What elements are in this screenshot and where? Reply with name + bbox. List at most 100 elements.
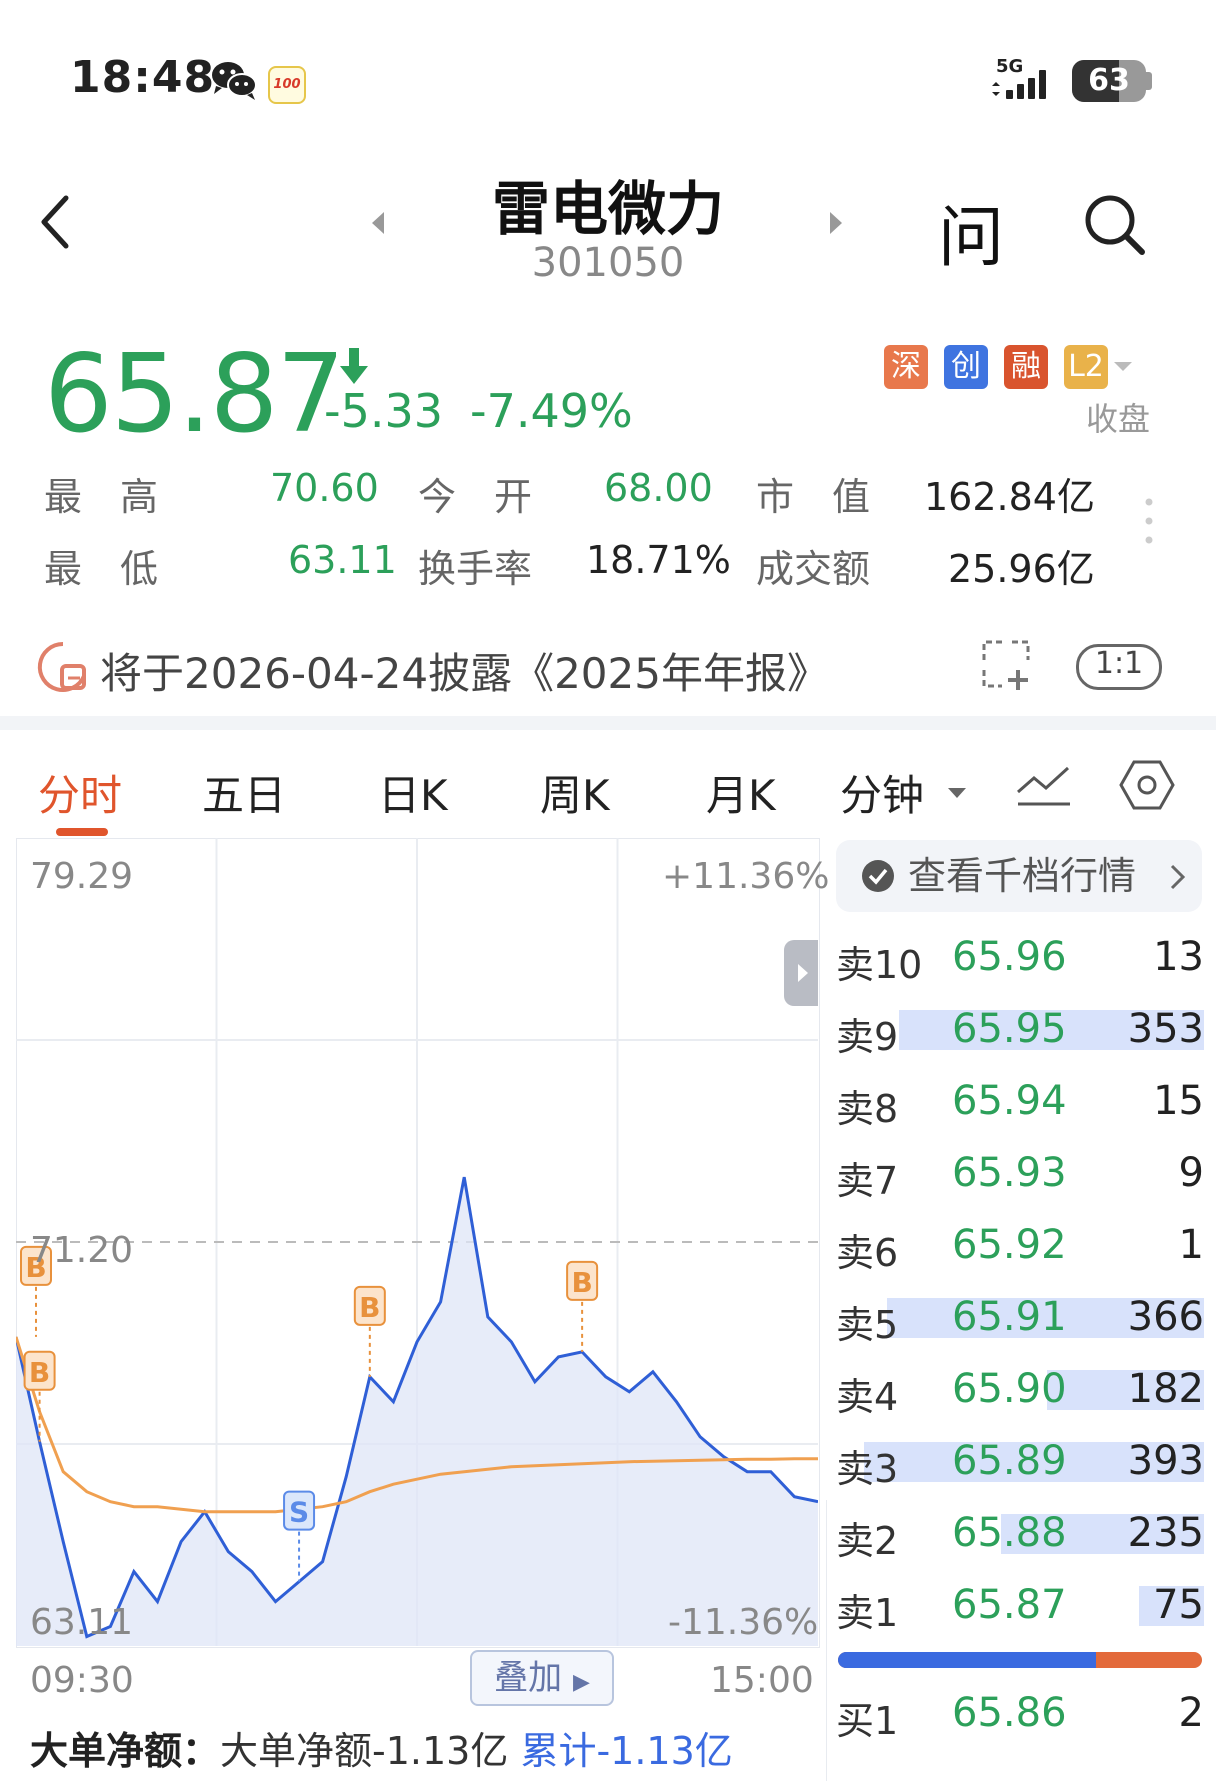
last-price: 65.87 xyxy=(44,332,345,457)
open-value: 68.00 xyxy=(604,466,713,510)
signal-icon xyxy=(992,70,1046,99)
high-value: 70.60 xyxy=(270,466,379,510)
tab-monthly-k[interactable]: 月K xyxy=(706,762,776,823)
chevron-right-icon xyxy=(798,964,808,982)
ask-level: 卖8 xyxy=(836,1087,899,1131)
big-order-cumulative: 累计-1.13亿 xyxy=(520,1729,733,1773)
ask-row[interactable]: 卖1 65.87 75 xyxy=(836,1582,1206,1642)
ask-price: 65.94 xyxy=(952,1078,1067,1124)
bid-price: 65.86 xyxy=(952,1690,1067,1736)
ask-row[interactable]: 卖10 65.96 13 xyxy=(836,934,1206,994)
ask-button[interactable]: 问 xyxy=(938,184,1004,280)
ask-volume: 15 xyxy=(1153,1078,1204,1124)
big-order-net: 大单净额-1.13亿 xyxy=(220,1729,509,1773)
tab-five-day[interactable]: 五日 xyxy=(202,762,286,823)
badge-l2[interactable]: L2 xyxy=(1064,345,1108,389)
big-order-title: 大单净额： xyxy=(30,1729,221,1773)
ask-price: 65.89 xyxy=(952,1438,1067,1484)
indicator-icon[interactable] xyxy=(1014,762,1074,810)
bid-ask-ratio-bar xyxy=(838,1652,1202,1668)
more-icon[interactable] xyxy=(1142,496,1156,546)
down-arrow-icon xyxy=(340,348,368,384)
mcap-label: 市 值 xyxy=(756,475,871,519)
high-label: 最 高 xyxy=(44,475,159,519)
ask-volume: 393 xyxy=(1127,1438,1204,1484)
section-divider xyxy=(0,716,1216,730)
ask-row[interactable]: 卖2 65.88 235 xyxy=(836,1510,1206,1570)
ask-row[interactable]: 卖7 65.93 9 xyxy=(836,1150,1206,1210)
ask-level: 卖4 xyxy=(836,1375,899,1419)
bid-level: 买1 xyxy=(836,1699,899,1743)
ask-level: 卖1 xyxy=(836,1591,899,1635)
ask-volume: 13 xyxy=(1153,934,1204,980)
report-notice[interactable]: 将于2026-04-24披露《2025年年报》 xyxy=(100,640,829,701)
tab-weekly-k[interactable]: 周K xyxy=(540,762,610,823)
ask-level: 卖6 xyxy=(836,1231,899,1275)
ask-price: 65.96 xyxy=(952,934,1067,980)
y-axis-top: 79.29 xyxy=(30,856,134,897)
ask-level: 卖10 xyxy=(836,943,923,987)
check-circle-icon xyxy=(862,860,894,892)
ask-level: 卖2 xyxy=(836,1519,899,1563)
trade-marker-label: B xyxy=(359,1291,380,1324)
chevron-down-icon[interactable] xyxy=(1112,360,1134,374)
next-stock-icon[interactable] xyxy=(830,212,842,234)
ask-row[interactable]: 卖6 65.92 1 xyxy=(836,1222,1206,1282)
collapse-panel-handle[interactable] xyxy=(784,940,818,1006)
dropdown-icon[interactable] xyxy=(946,786,968,800)
ask-volume: 366 xyxy=(1127,1294,1204,1340)
play-icon: ▶ xyxy=(572,1670,590,1695)
trade-marker-label: S xyxy=(289,1496,309,1529)
ask-level: 卖9 xyxy=(836,1015,899,1059)
price-change-pct: -7.49% xyxy=(470,384,633,438)
amount-value: 25.96亿 xyxy=(948,547,1095,591)
pct-axis-top: +11.36% xyxy=(662,856,830,897)
pct-axis-bottom: -11.36% xyxy=(668,1602,819,1643)
session-status: 收盘 xyxy=(1086,400,1151,438)
y-axis-bottom: 63.11 xyxy=(30,1602,134,1643)
tab-minute[interactable]: 分钟 xyxy=(840,762,924,823)
ask-row[interactable]: 卖3 65.89 393 xyxy=(836,1438,1206,1498)
score-100-icon: 100 xyxy=(268,66,306,104)
badge-rong[interactable]: 融 xyxy=(1004,345,1048,389)
ask-row[interactable]: 卖5 65.91 366 xyxy=(836,1294,1206,1354)
settings-icon[interactable] xyxy=(1118,758,1176,812)
ratio-toggle-label: 1:1 xyxy=(1094,646,1144,681)
intraday-chart[interactable]: BBSBB xyxy=(16,838,818,1646)
depth-button[interactable]: 查看千档行情 xyxy=(836,840,1202,912)
mcap-value: 162.84亿 xyxy=(924,475,1095,519)
search-icon[interactable] xyxy=(1082,192,1148,258)
chevron-right-icon xyxy=(1170,864,1186,890)
tab-daily-k[interactable]: 日K xyxy=(378,762,448,823)
badge-chuang[interactable]: 创 xyxy=(944,345,988,389)
battery-level: 63 xyxy=(1088,63,1130,98)
add-compare-icon[interactable] xyxy=(978,636,1034,692)
tab-active-indicator xyxy=(56,828,108,836)
big-order-summary[interactable]: 大单净额：大单净额-1.13亿 累计-1.13亿 xyxy=(30,1720,733,1775)
stock-code: 301050 xyxy=(531,240,685,286)
wechat-icon xyxy=(212,62,257,100)
ask-volume: 9 xyxy=(1178,1150,1204,1196)
ask-row[interactable]: 卖8 65.94 15 xyxy=(836,1078,1206,1138)
ask-row[interactable]: 卖4 65.90 182 xyxy=(836,1366,1206,1426)
ask-volume: 75 xyxy=(1153,1582,1204,1628)
low-value: 63.11 xyxy=(288,538,397,582)
trade-marker-label: B xyxy=(571,1266,592,1299)
y-axis-mid: 71.20 xyxy=(30,1230,134,1271)
overlay-button[interactable]: 叠加 ▶ xyxy=(470,1650,614,1706)
open-label: 今 开 xyxy=(418,475,533,519)
overlay-label: 叠加 xyxy=(494,1658,563,1698)
ask-level: 卖5 xyxy=(836,1303,899,1347)
price-change: -5.33 xyxy=(324,384,444,438)
x-axis-start: 09:30 xyxy=(30,1660,134,1701)
tab-intraday[interactable]: 分时 xyxy=(38,762,122,823)
ask-price: 65.95 xyxy=(952,1006,1067,1052)
bid-row[interactable]: 买1 65.86 2 xyxy=(836,1690,1206,1750)
ask-price: 65.88 xyxy=(952,1510,1067,1556)
ask-row[interactable]: 卖9 65.95 353 xyxy=(836,1006,1206,1066)
ask-price: 65.91 xyxy=(952,1294,1067,1340)
badge-shen[interactable]: 深 xyxy=(884,345,928,389)
depth-label: 查看千档行情 xyxy=(908,854,1137,898)
battery-icon: 63 xyxy=(1072,60,1146,102)
status-time: 18:48 xyxy=(70,52,216,103)
